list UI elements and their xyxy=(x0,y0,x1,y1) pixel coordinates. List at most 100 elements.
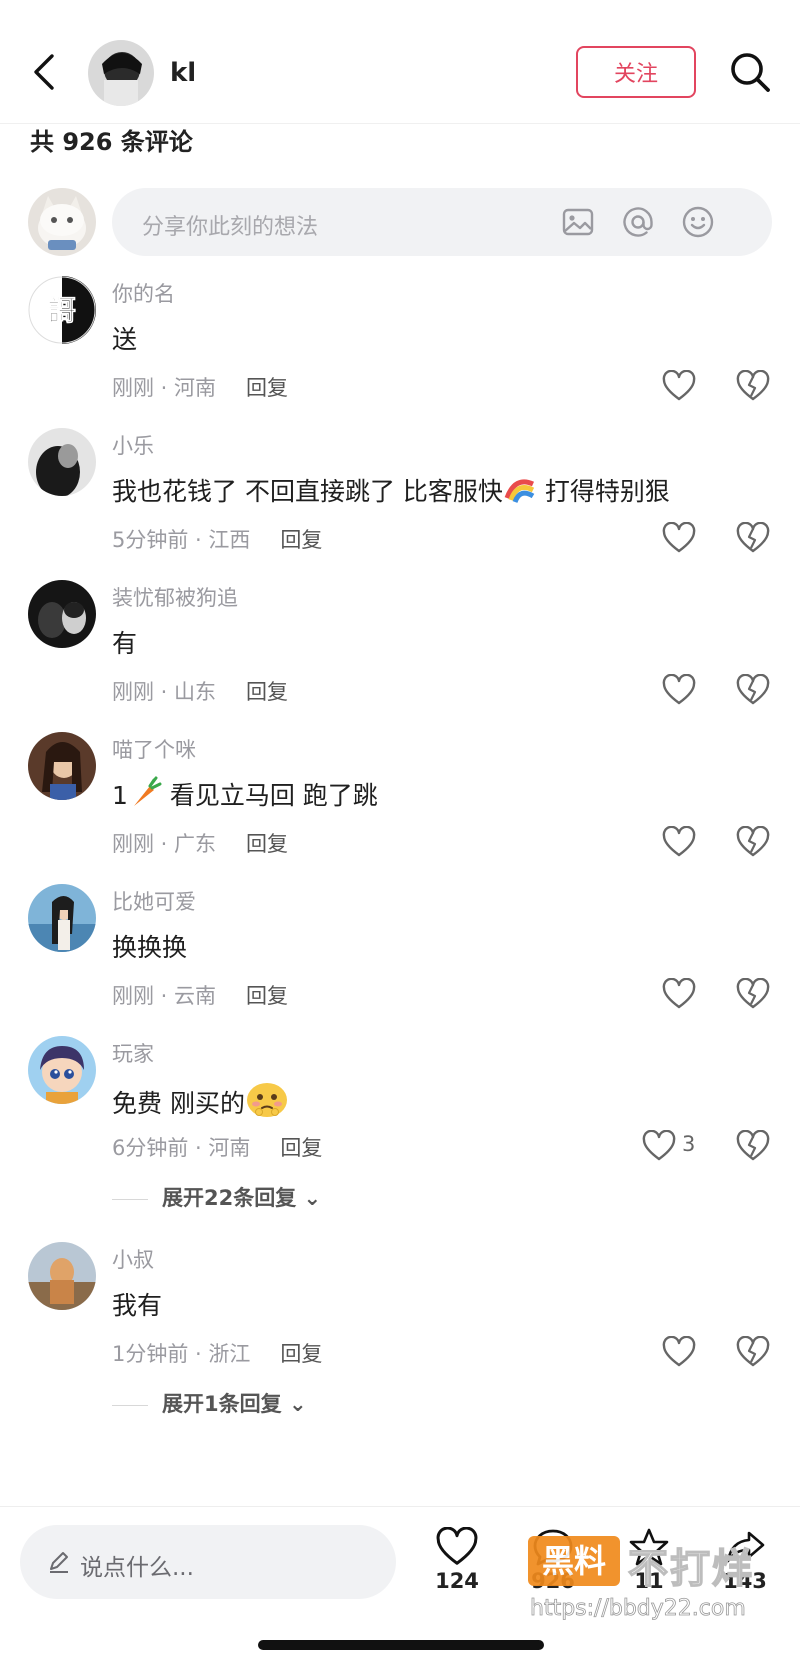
comment-text: 免费 刚买的 xyxy=(112,1080,289,1120)
comment-text-part: 免费 刚买的 xyxy=(112,1089,245,1118)
comment-compose-input[interactable]: 分享你此刻的想法 xyxy=(112,188,772,256)
chevron-down-icon: ⌄ xyxy=(303,1186,322,1210)
image-icon[interactable] xyxy=(560,204,596,240)
comment-total-label: 共 926 条评论 xyxy=(30,128,193,156)
say-something-input[interactable]: 说点什么... xyxy=(20,1525,396,1599)
like-count: 3 xyxy=(682,1132,696,1156)
comment-time: 1分钟前 xyxy=(112,1342,189,1366)
like-heart-icon[interactable] xyxy=(662,521,696,554)
watermark-url: https://bbdy22.com xyxy=(530,1596,747,1622)
comment-location: 河南 xyxy=(208,1136,251,1160)
commenter-name[interactable]: 玩家 xyxy=(112,1038,154,1068)
commenter-name[interactable]: 装忧郁被狗追 xyxy=(112,582,238,612)
expand-divider xyxy=(112,1198,148,1200)
carrot-emoji-icon xyxy=(128,776,162,810)
like-action[interactable]: 124 xyxy=(422,1527,492,1593)
commenter-name[interactable]: 比她可爱 xyxy=(112,886,196,916)
commenter-name[interactable]: 小乐 xyxy=(112,430,154,460)
comment-location: 山东 xyxy=(174,680,217,704)
rainbow-emoji-icon xyxy=(503,472,537,506)
reply-button[interactable]: 回复 xyxy=(246,376,288,400)
expand-replies-label: 展开1条回复 xyxy=(162,1392,282,1416)
comment-text-part: 打得特别狠 xyxy=(536,477,670,506)
dislike-broken-heart-icon[interactable] xyxy=(736,1335,770,1368)
search-icon[interactable] xyxy=(728,50,772,94)
comment-text: 送 xyxy=(112,325,138,354)
dislike-broken-heart-icon[interactable] xyxy=(736,521,770,554)
comment-text-part: 看见立马回 跑了跳 xyxy=(161,781,378,810)
watermark: 黑料 不打烊 https://bbdy22.com xyxy=(528,1532,788,1632)
commenter-avatar[interactable] xyxy=(28,884,96,952)
dislike-broken-heart-icon[interactable] xyxy=(736,977,770,1010)
commenter-avatar[interactable] xyxy=(28,428,96,496)
comment-time: 刚刚 xyxy=(112,376,154,400)
dislike-broken-heart-icon[interactable] xyxy=(736,369,770,402)
commenter-avatar[interactable]: 謌 xyxy=(28,276,96,344)
commenter-avatar[interactable] xyxy=(28,1242,96,1310)
like-heart-icon[interactable] xyxy=(642,1129,676,1162)
commenter-avatar[interactable] xyxy=(28,580,96,648)
comment-time: 5分钟前 xyxy=(112,528,189,552)
blushing-face-emoji-icon xyxy=(245,1080,289,1118)
comment-time: 刚刚 xyxy=(112,984,154,1008)
expand-replies-label: 展开22条回复 xyxy=(162,1186,297,1210)
like-heart-icon[interactable] xyxy=(662,825,696,858)
commenter-name[interactable]: 你的名 xyxy=(112,278,175,308)
author-avatar[interactable] xyxy=(88,40,154,106)
commenter-avatar[interactable] xyxy=(28,732,96,800)
my-avatar xyxy=(28,188,96,256)
comment-meta: 刚刚 · 山东 回复 xyxy=(112,680,289,704)
dislike-broken-heart-icon[interactable] xyxy=(736,1129,770,1162)
comment-time: 刚刚 xyxy=(112,832,154,856)
comment-text-part: 我也花钱了 不回直接跳了 比客服快 xyxy=(112,477,503,506)
comment-meta: 刚刚 · 广东 回复 xyxy=(112,832,289,856)
expand-replies-button[interactable]: 展开1条回复 ⌄ xyxy=(112,1388,307,1418)
compose-placeholder: 分享你此刻的想法 xyxy=(142,215,319,240)
expand-divider xyxy=(112,1404,148,1406)
commenter-name[interactable]: 小叔 xyxy=(112,1244,154,1274)
comment-meta: 1分钟前 · 浙江 回复 xyxy=(112,1342,323,1366)
comment-meta: 刚刚 · 云南 回复 xyxy=(112,984,289,1008)
comment-meta: 5分钟前 · 江西 回复 xyxy=(112,528,323,552)
heart-icon xyxy=(436,1527,478,1565)
comment-location: 江西 xyxy=(208,528,251,552)
like-heart-icon[interactable] xyxy=(662,673,696,706)
like-count: 124 xyxy=(435,1569,479,1593)
comment-text: 换换换 xyxy=(112,933,188,962)
dislike-broken-heart-icon[interactable] xyxy=(736,825,770,858)
pencil-icon xyxy=(46,1549,72,1575)
reply-button[interactable]: 回复 xyxy=(280,1342,322,1366)
comment-text: 我也花钱了 不回直接跳了 比客服快 打得特别狠 xyxy=(112,472,670,508)
comment-location: 河南 xyxy=(174,376,217,400)
like-heart-icon[interactable] xyxy=(662,1335,696,1368)
emoji-icon[interactable] xyxy=(680,204,716,240)
reply-button[interactable]: 回复 xyxy=(280,1136,322,1160)
top-nav-bar: kl 关注 xyxy=(0,0,800,124)
comment-meta: 刚刚 · 河南 回复 xyxy=(112,376,289,400)
reply-button[interactable]: 回复 xyxy=(246,832,288,856)
author-name[interactable]: kl xyxy=(170,58,196,88)
comment-time: 刚刚 xyxy=(112,680,154,704)
like-heart-icon[interactable] xyxy=(662,369,696,402)
home-indicator[interactable] xyxy=(258,1640,544,1650)
watermark-text: 不打烊 xyxy=(627,1545,754,1593)
comment-time: 6分钟前 xyxy=(112,1136,189,1160)
reply-button[interactable]: 回复 xyxy=(280,528,322,552)
follow-button[interactable]: 关注 xyxy=(576,46,696,98)
mention-icon[interactable] xyxy=(620,204,656,240)
watermark-badge: 黑料 xyxy=(528,1536,620,1586)
comment-text: 有 xyxy=(112,629,138,658)
comment-text: 1 看见立马回 跑了跳 xyxy=(112,776,378,812)
comment-text: 我有 xyxy=(112,1291,163,1320)
dislike-broken-heart-icon[interactable] xyxy=(736,673,770,706)
comment-location: 广东 xyxy=(174,832,217,856)
commenter-avatar[interactable] xyxy=(28,1036,96,1104)
like-heart-icon[interactable] xyxy=(662,977,696,1010)
reply-button[interactable]: 回复 xyxy=(246,680,288,704)
comment-meta: 6分钟前 · 河南 回复 xyxy=(112,1136,323,1160)
expand-replies-button[interactable]: 展开22条回复 ⌄ xyxy=(112,1182,321,1212)
commenter-name[interactable]: 喵了个咪 xyxy=(112,734,196,764)
comment-location: 云南 xyxy=(174,984,217,1008)
back-arrow-icon[interactable] xyxy=(28,52,64,92)
reply-button[interactable]: 回复 xyxy=(246,984,288,1008)
